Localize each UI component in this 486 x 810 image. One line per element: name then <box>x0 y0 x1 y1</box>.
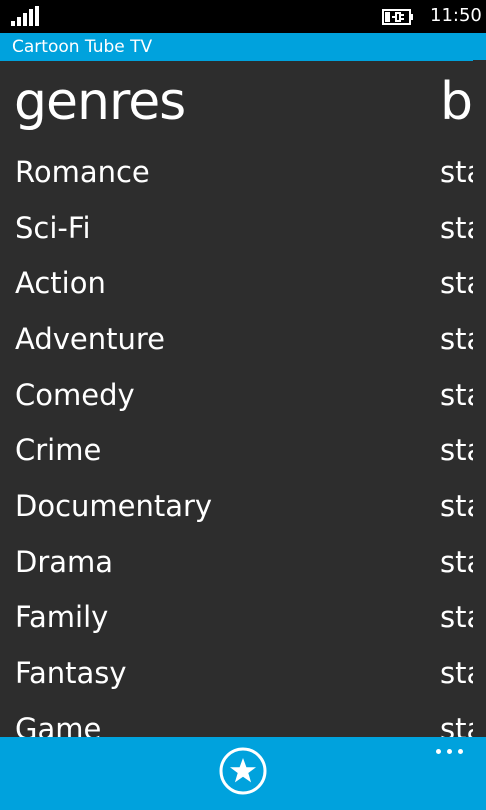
list-item-genre[interactable]: Fantasy <box>15 653 127 693</box>
battery-charging-icon <box>382 8 414 26</box>
star-icon <box>219 747 267 795</box>
list-item-genre[interactable]: Family <box>15 597 108 637</box>
list-item-genre[interactable]: Drama <box>15 542 113 582</box>
pivot-header-genres[interactable]: genres <box>14 71 186 133</box>
status-bar: 11:50 <box>0 0 486 33</box>
list-item-genre[interactable]: Action <box>15 263 106 303</box>
list-item-genre[interactable]: Adventure <box>15 319 165 359</box>
list-item-genre[interactable]: Documentary <box>15 486 212 526</box>
list-item-genre[interactable]: Romance <box>15 152 150 192</box>
pivot-edge-clip <box>473 60 486 740</box>
more-ellipsis-icon[interactable] <box>436 749 464 755</box>
favorites-button[interactable] <box>219 747 267 795</box>
list-item-genre[interactable]: Sci-Fi <box>15 208 91 248</box>
app-title: Cartoon Tube TV <box>12 37 153 57</box>
list-item-genre[interactable]: Crime <box>15 430 101 470</box>
app-title-bar: Cartoon Tube TV <box>0 33 486 61</box>
list-item-genre[interactable]: Game <box>15 709 101 737</box>
genre-list: Romance Sci-Fi Action Adventure Comedy C… <box>0 145 486 737</box>
status-clock: 11:50 <box>430 5 482 26</box>
app-bar <box>0 737 486 810</box>
signal-strength-icon <box>11 6 41 26</box>
list-item-genre[interactable]: Comedy <box>15 375 135 415</box>
